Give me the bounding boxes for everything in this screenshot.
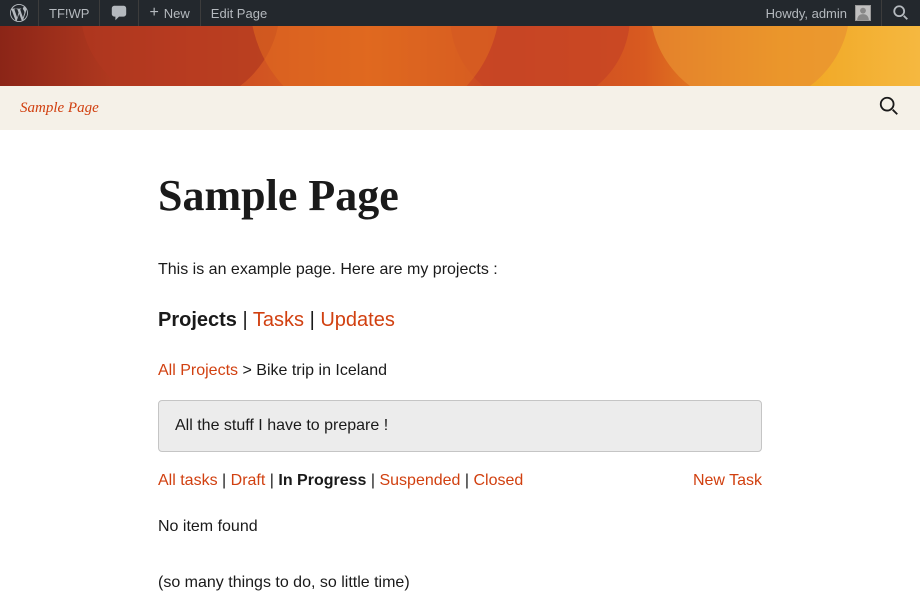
site-banner bbox=[0, 26, 920, 86]
breadcrumb: All Projects > Bike trip in Iceland bbox=[158, 362, 762, 380]
filter-in-progress[interactable]: In Progress bbox=[278, 472, 366, 489]
new-task-link[interactable]: New Task bbox=[693, 472, 762, 490]
search-icon bbox=[892, 4, 910, 22]
greeting-label: Howdy, admin bbox=[766, 6, 847, 21]
task-filter-row: All tasks | Draft | In Progress | Suspen… bbox=[158, 472, 762, 490]
site-name-menu[interactable]: TF!WP bbox=[39, 0, 100, 26]
filter-closed[interactable]: Closed bbox=[474, 472, 524, 489]
tab-tasks[interactable]: Tasks bbox=[253, 309, 304, 331]
tab-projects[interactable]: Projects bbox=[158, 309, 237, 331]
comment-icon bbox=[110, 4, 128, 22]
breadcrumb-all-projects[interactable]: All Projects bbox=[158, 362, 238, 379]
wp-logo-menu[interactable] bbox=[0, 0, 39, 26]
wordpress-icon bbox=[10, 4, 28, 22]
page-title: Sample Page bbox=[158, 170, 762, 221]
site-search-button[interactable] bbox=[878, 95, 900, 122]
tab-nav: Projects | Tasks | Updates bbox=[158, 309, 762, 332]
filter-suspended[interactable]: Suspended bbox=[379, 472, 460, 489]
intro-text: This is an example page. Here are my pro… bbox=[158, 261, 762, 279]
wp-admin-bar: TF!WP + New Edit Page Howdy, admin bbox=[0, 0, 920, 26]
avatar bbox=[855, 5, 871, 21]
user-account-menu[interactable]: Howdy, admin bbox=[756, 0, 882, 26]
new-content-menu[interactable]: + New bbox=[139, 0, 200, 26]
filter-draft[interactable]: Draft bbox=[231, 472, 266, 489]
edit-page-label: Edit Page bbox=[211, 6, 267, 21]
edit-page-link[interactable]: Edit Page bbox=[201, 0, 277, 26]
search-icon bbox=[878, 95, 900, 117]
filter-all-tasks[interactable]: All tasks bbox=[158, 472, 218, 489]
site-nav: Sample Page bbox=[0, 86, 920, 130]
project-description-box: All the stuff I have to prepare ! bbox=[158, 400, 762, 452]
task-filters: All tasks | Draft | In Progress | Suspen… bbox=[158, 472, 523, 490]
breadcrumb-current: Bike trip in Iceland bbox=[256, 362, 387, 379]
no-item-message: No item found bbox=[158, 518, 762, 536]
new-label: New bbox=[164, 6, 190, 21]
plus-icon: + bbox=[149, 4, 158, 22]
admin-search-button[interactable] bbox=[882, 0, 920, 26]
footnote-text: (so many things to do, so little time) bbox=[158, 574, 762, 592]
tab-updates[interactable]: Updates bbox=[320, 309, 395, 331]
site-name-label: TF!WP bbox=[49, 6, 89, 21]
page-content: Sample Page This is an example page. Her… bbox=[0, 130, 762, 612]
comments-menu[interactable] bbox=[100, 0, 139, 26]
nav-sample-page[interactable]: Sample Page bbox=[20, 100, 99, 117]
